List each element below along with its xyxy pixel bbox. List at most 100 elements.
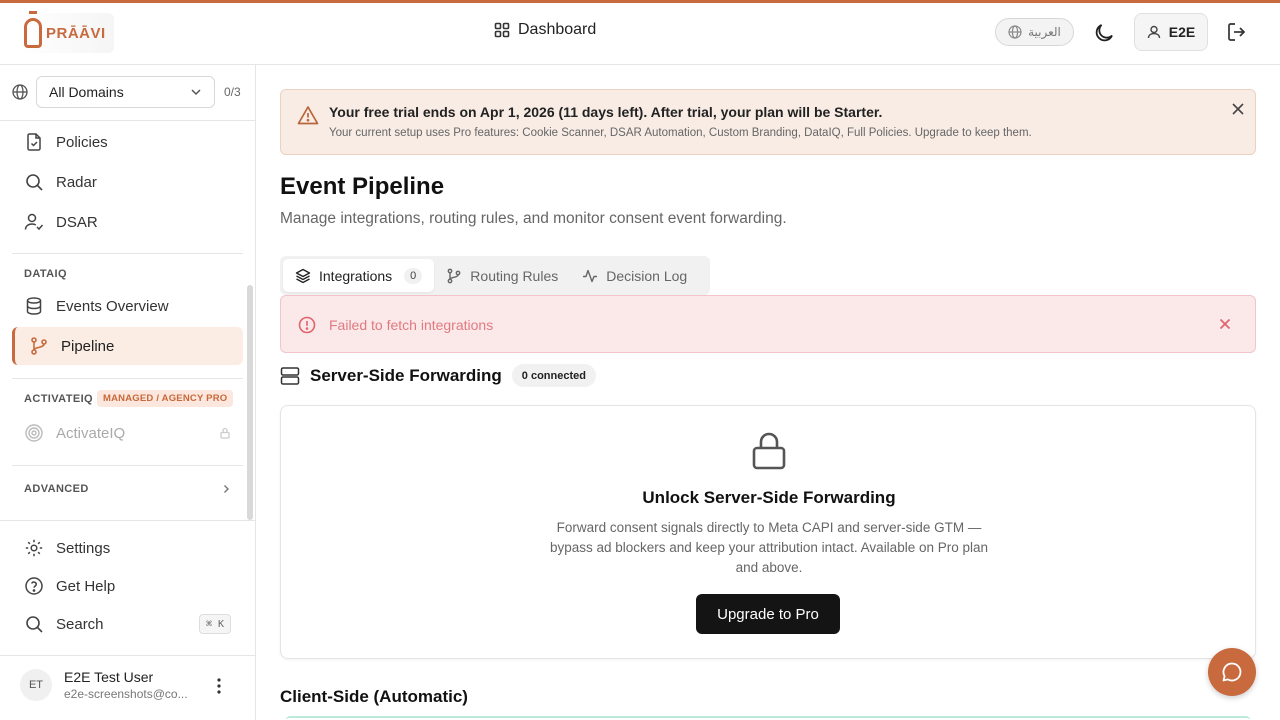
sidebar-item-settings[interactable]: Settings [12, 530, 243, 566]
divider [12, 378, 243, 379]
section-label-dataiq: DATAIQ [24, 268, 67, 280]
sidebar-item-dsar[interactable]: DSAR [12, 204, 243, 240]
user-more-button[interactable] [211, 674, 227, 698]
sidebar-item-label: Search [56, 615, 104, 633]
sidebar-item-label: ActivateIQ [56, 424, 126, 442]
more-vertical-icon [217, 678, 221, 694]
sidebar-item-label: Events Overview [56, 297, 169, 315]
connected-count-badge: 0 connected [511, 364, 596, 387]
close-button[interactable] [1217, 316, 1233, 332]
chevron-down-icon [191, 89, 201, 96]
close-button[interactable] [1229, 100, 1247, 118]
dashboard-link[interactable]: Dashboard [494, 21, 596, 39]
error-message: Failed to fetch integrations [329, 317, 494, 333]
client-side-card-edge [286, 716, 1250, 720]
tab-routing-rules[interactable]: Routing Rules [434, 259, 570, 292]
lock-icon [752, 432, 786, 470]
trial-subtitle: Your current setup uses Pro features: Co… [329, 127, 1032, 139]
globe-icon [1008, 25, 1022, 39]
sidebar-item-label: DSAR [56, 213, 98, 231]
divider [12, 253, 243, 254]
user-email: e2e-screenshots@co... [64, 687, 188, 701]
database-icon [26, 297, 42, 315]
chevron-right-icon [224, 485, 229, 493]
sidebar-item-label: Radar [56, 173, 97, 191]
sidebar-item-events-overview[interactable]: Events Overview [12, 288, 243, 324]
theme-toggle-button[interactable] [1092, 21, 1116, 45]
sidebar-item-label: Get Help [56, 577, 116, 595]
search-icon [26, 616, 43, 633]
grid-icon [494, 22, 510, 38]
sidebar-item-get-help[interactable]: Get Help [12, 568, 243, 604]
plan-badge: MANAGED / AGENCY PRO [97, 390, 234, 407]
sidebar-item-radar[interactable]: Radar [12, 164, 243, 200]
app-logo[interactable]: PRĀĀVI [18, 11, 114, 53]
alert-circle-icon [298, 316, 316, 334]
sidebar-item-label: Policies [56, 133, 108, 151]
trial-banner: Your free trial ends on Apr 1, 2026 (11 … [280, 89, 1256, 155]
section-label-advanced: ADVANCED [24, 483, 89, 495]
chat-button[interactable] [1208, 648, 1256, 696]
avatar: ET [20, 669, 52, 701]
tab-count-badge: 0 [404, 267, 423, 284]
keyboard-shortcut: ⌘ K [198, 614, 231, 634]
domain-select[interactable]: All Domains [36, 76, 215, 108]
section-title: Server-Side Forwarding [310, 365, 502, 385]
warning-icon [297, 106, 319, 125]
server-icon [280, 366, 300, 385]
sidebar-item-label: Settings [56, 539, 111, 557]
close-icon [1232, 103, 1244, 115]
git-branch-icon [447, 268, 461, 283]
git-branch-icon [31, 337, 47, 355]
tab-bar: Integrations 0 Routing Rules Decision Lo… [280, 256, 710, 295]
server-side-section-header: Server-Side Forwarding 0 connected [280, 364, 596, 387]
language-label: العربية [1028, 25, 1061, 39]
globe-icon [12, 84, 28, 100]
top-header: PRĀĀVI Dashboard العربية E2E [0, 3, 1280, 65]
tab-label: Decision Log [606, 267, 688, 284]
sidebar-item-search[interactable]: Search ⌘ K [12, 606, 243, 642]
gear-icon [25, 539, 43, 557]
dashboard-label: Dashboard [518, 21, 597, 38]
user-check-icon [24, 213, 44, 231]
domain-select-value: All Domains [49, 84, 124, 100]
chat-bubble-icon [1222, 662, 1242, 682]
sidebar: All Domains 0/3 Policies Radar DSAR DATA… [0, 65, 256, 720]
activity-icon [583, 269, 598, 282]
layers-icon [295, 268, 311, 283]
close-icon [1219, 318, 1231, 330]
document-check-icon [27, 133, 41, 151]
logo-text: PRĀĀVI [46, 24, 106, 42]
page-title: Event Pipeline [280, 173, 445, 200]
main-content: Your free trial ends on Apr 1, 2026 (11 … [256, 65, 1280, 720]
sidebar-item-label: Pipeline [61, 337, 115, 355]
tab-decision-log[interactable]: Decision Log [570, 259, 699, 292]
sidebar-user[interactable]: ET E2E Test User e2e-screenshots@co... [0, 655, 255, 720]
domain-count: 0/3 [224, 85, 241, 99]
client-side-section-title: Client-Side (Automatic) [280, 687, 468, 706]
domain-selector-row: All Domains 0/3 [0, 65, 255, 121]
user-menu-button[interactable]: E2E [1134, 13, 1208, 51]
error-alert: Failed to fetch integrations [280, 295, 1256, 353]
logout-button[interactable] [1226, 21, 1250, 45]
trial-title: Your free trial ends on Apr 1, 2026 (11 … [329, 104, 883, 120]
sidebar-item-policies[interactable]: Policies [12, 124, 243, 160]
section-label-activateiq: ACTIVATEIQ [24, 393, 93, 405]
sidebar-item-activateiq: ActivateIQ [12, 415, 243, 451]
unlock-title: Unlock Server-Side Forwarding [642, 488, 896, 507]
tab-label: Routing Rules [470, 267, 559, 284]
help-circle-icon [25, 577, 43, 595]
sidebar-scrollbar[interactable] [247, 285, 253, 520]
user-initials: E2E [1168, 24, 1196, 40]
search-icon [26, 174, 43, 191]
tab-label: Integrations [319, 267, 393, 284]
tab-integrations[interactable]: Integrations 0 [283, 259, 435, 292]
language-toggle-button[interactable]: العربية [995, 18, 1074, 46]
logo-mark-icon [24, 11, 42, 48]
upgrade-button[interactable]: Upgrade to Pro [696, 594, 840, 634]
unlock-description: Forward consent signals directly to Meta… [549, 520, 989, 575]
moon-icon [1095, 24, 1113, 42]
section-toggle-advanced[interactable]: ADVANCED [12, 471, 243, 507]
sidebar-item-pipeline[interactable]: Pipeline [12, 327, 243, 365]
user-icon [1147, 25, 1160, 39]
